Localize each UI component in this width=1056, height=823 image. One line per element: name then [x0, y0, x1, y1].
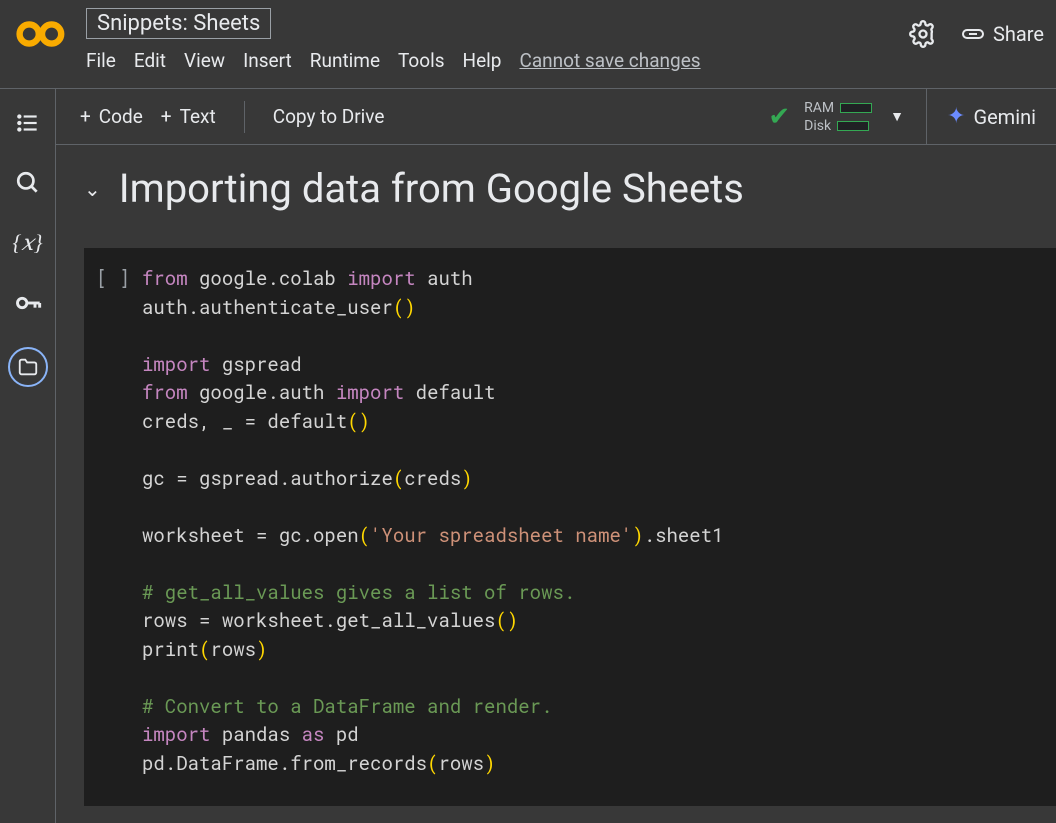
toolbar: + Code + Text Copy to Drive ✔ RAM Disk ▼	[56, 89, 1056, 145]
menu-view[interactable]: View	[184, 49, 225, 72]
header: Snippets: Sheets File Edit View Insert R…	[0, 0, 1056, 88]
plus-icon: +	[161, 105, 172, 128]
cell-prompt[interactable]: [ ]	[96, 265, 138, 778]
secrets-icon[interactable]	[12, 287, 44, 319]
menu-help[interactable]: Help	[463, 49, 502, 72]
runtime-status[interactable]: ✔ RAM Disk ▼	[768, 100, 904, 134]
share-label: Share	[993, 22, 1044, 46]
add-code-label: Code	[99, 105, 143, 128]
search-icon[interactable]	[12, 167, 44, 199]
ram-label: RAM	[804, 100, 834, 116]
link-icon	[961, 22, 985, 46]
notebook[interactable]: ⌄ Importing data from Google Sheets [ ] …	[56, 145, 1056, 823]
files-icon[interactable]	[8, 347, 48, 387]
title-area: Snippets: Sheets File Edit View Insert R…	[86, 8, 909, 72]
resource-meters: RAM Disk	[804, 100, 872, 134]
add-text-label: Text	[180, 105, 216, 128]
settings-icon[interactable]	[909, 20, 937, 48]
chevron-down-icon[interactable]: ⌄	[84, 177, 101, 201]
disk-bar	[837, 121, 869, 131]
share-button[interactable]: Share	[961, 22, 1056, 46]
code-content[interactable]: from google.colab import auth auth.authe…	[142, 265, 724, 778]
menu-file[interactable]: File	[86, 49, 116, 72]
content-area: + Code + Text Copy to Drive ✔ RAM Disk ▼	[56, 88, 1056, 823]
menu-insert[interactable]: Insert	[243, 49, 292, 72]
menu-runtime[interactable]: Runtime	[310, 49, 380, 72]
gemini-button[interactable]: ✦ Gemini	[926, 89, 1036, 144]
menubar: File Edit View Insert Runtime Tools Help…	[86, 49, 909, 72]
add-code-button[interactable]: + Code	[76, 105, 147, 128]
header-right: Share	[909, 20, 1056, 48]
section-title: Importing data from Google Sheets	[119, 165, 744, 212]
colab-logo[interactable]	[12, 14, 72, 54]
section-header: ⌄ Importing data from Google Sheets	[56, 165, 1056, 212]
copy-to-drive-button[interactable]: Copy to Drive	[269, 105, 389, 128]
disk-label: Disk	[804, 118, 831, 134]
plus-icon: +	[80, 105, 91, 128]
ram-bar	[840, 103, 872, 113]
menu-tools[interactable]: Tools	[398, 49, 445, 72]
code-cell[interactable]: [ ] from google.colab import auth auth.a…	[84, 248, 1056, 806]
main: {𝑥} + Code + Text Copy to Drive ✔	[0, 88, 1056, 823]
chevron-down-icon[interactable]: ▼	[890, 108, 904, 125]
gemini-label: Gemini	[973, 105, 1036, 129]
save-status[interactable]: Cannot save changes	[519, 49, 700, 72]
sidebar-left: {𝑥}	[0, 88, 56, 823]
menu-edit[interactable]: Edit	[134, 49, 166, 72]
check-icon: ✔	[768, 102, 790, 132]
sparkle-icon: ✦	[947, 104, 965, 129]
add-text-button[interactable]: + Text	[157, 105, 220, 128]
document-title[interactable]: Snippets: Sheets	[86, 8, 271, 39]
variables-icon[interactable]: {𝑥}	[12, 227, 44, 259]
toc-icon[interactable]	[12, 107, 44, 139]
copy-to-drive-label: Copy to Drive	[273, 105, 385, 128]
divider	[244, 101, 245, 133]
